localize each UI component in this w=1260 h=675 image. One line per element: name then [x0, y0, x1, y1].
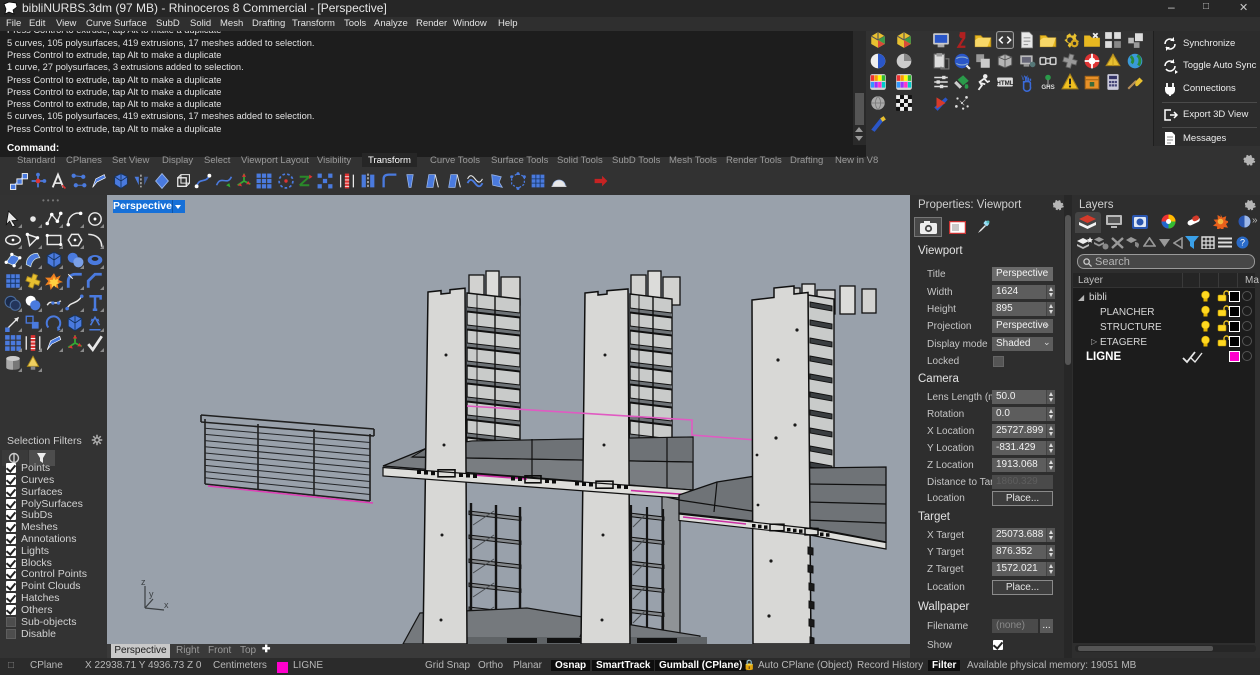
svg-text:GHS: GHS — [1041, 84, 1054, 91]
svg-text:y: y — [149, 589, 154, 599]
svg-text:z: z — [141, 577, 146, 587]
svg-text:?: ? — [1240, 238, 1245, 248]
svg-text:W: W — [1021, 75, 1028, 82]
svg-text:x: x — [164, 600, 169, 610]
svg-text:HTML: HTML — [996, 80, 1013, 87]
